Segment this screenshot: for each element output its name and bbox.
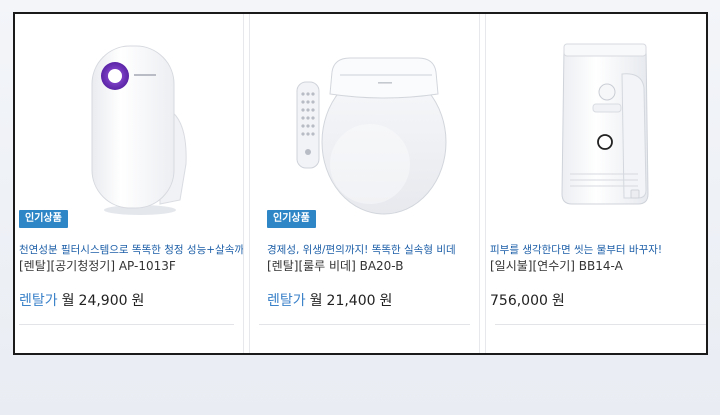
monthly-label: 월 xyxy=(309,293,323,309)
bidet-image[interactable] xyxy=(250,14,479,229)
page-background: 인기상품 천연성분 필터시스템으로 똑똑한 청정 성능+살속까지 [렌탈][공기… xyxy=(0,0,720,415)
popular-badge: 인기상품 xyxy=(19,210,68,228)
product-price: 렌탈가 월 21,400 원 xyxy=(267,290,392,310)
air-purifier-image[interactable] xyxy=(15,14,243,229)
product-model-link[interactable]: [렌탈][룰루 비데] BA20-B xyxy=(267,257,403,274)
card-divider xyxy=(19,324,234,325)
product-card-bidet[interactable]: 인기상품 경제성, 위생/편의까지! 똑똑한 실속형 비데 [렌탈][룰루 비데… xyxy=(249,14,480,353)
price-unit: 원 xyxy=(551,293,565,309)
price-value: 24,900 xyxy=(78,293,128,309)
rental-price-label: 렌탈가 xyxy=(19,293,58,309)
product-price: 렌탈가 월 24,900 원 xyxy=(19,290,144,310)
product-model-link[interactable]: [일시불][연수기] BB14-A xyxy=(490,257,623,274)
price-unit: 원 xyxy=(131,293,145,309)
product-price: 756,000 원 xyxy=(490,290,565,310)
monthly-label: 월 xyxy=(61,293,75,309)
product-promo-text: 천연성분 필터시스템으로 똑똑한 청정 성능+살속까지 xyxy=(19,244,244,256)
product-row: 인기상품 천연성분 필터시스템으로 똑똑한 청정 성능+살속까지 [렌탈][공기… xyxy=(15,14,706,353)
product-promo-text: 경제성, 위생/편의까지! 똑똑한 실속형 비데 xyxy=(267,244,456,256)
popular-badge: 인기상품 xyxy=(267,210,316,228)
product-list-frame: 인기상품 천연성분 필터시스템으로 똑똑한 청정 성능+살속까지 [렌탈][공기… xyxy=(13,12,708,355)
rental-price-label: 렌탈가 xyxy=(267,293,306,309)
price-unit: 원 xyxy=(379,293,393,309)
price-value: 756,000 xyxy=(490,293,548,309)
product-promo-text: 피부를 생각한다면 씻는 물부터 바꾸자! xyxy=(490,244,663,256)
card-divider xyxy=(495,324,706,325)
product-card-water-softener[interactable]: 피부를 생각한다면 씻는 물부터 바꾸자! [일시불][연수기] BB14-A … xyxy=(485,14,706,353)
card-divider xyxy=(259,324,470,325)
price-value: 21,400 xyxy=(326,293,376,309)
water-softener-image[interactable] xyxy=(486,14,706,229)
product-model-link[interactable]: [렌탈][공기청정기] AP-1013F xyxy=(19,257,176,274)
product-card-air-purifier[interactable]: 인기상품 천연성분 필터시스템으로 똑똑한 청정 성능+살속까지 [렌탈][공기… xyxy=(15,14,244,353)
